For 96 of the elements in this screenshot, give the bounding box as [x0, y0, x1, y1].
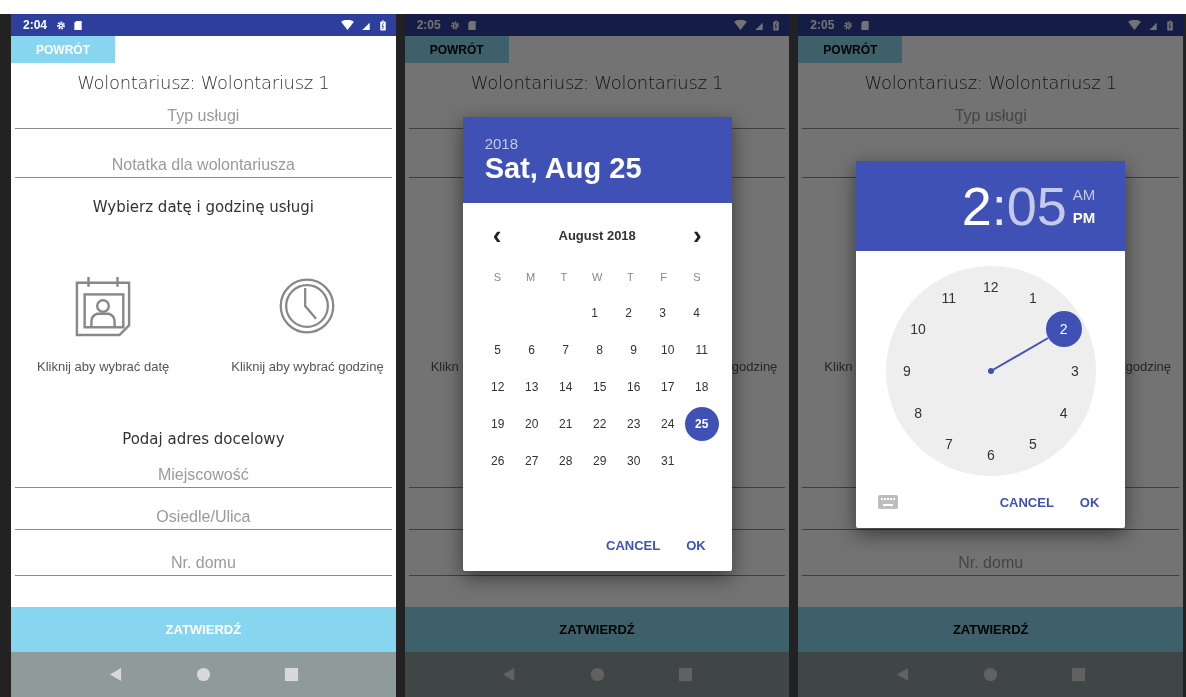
calendar-day[interactable]: 30	[616, 443, 651, 478]
period-toggle[interactable]: PM	[1072, 209, 1096, 226]
year-label[interactable]: 2018	[484, 135, 710, 152]
back-triangle-icon[interactable]	[894, 667, 910, 682]
dialog-button[interactable]: CANCEL	[989, 486, 1064, 518]
selected-date[interactable]: Sat, Aug 25	[484, 152, 710, 185]
calendar-day[interactable]: 1	[577, 295, 612, 330]
calendar-day[interactable]: 19	[480, 406, 515, 441]
calendar-day[interactable]: 17	[650, 369, 685, 404]
section-heading: Wybierz datę i godzinę usługi	[92, 198, 314, 216]
input-field[interactable]: Osiedle/Ulica	[15, 488, 392, 530]
volunteer-title: Wolontariusz: Wolontariusz 1	[863, 70, 1118, 95]
battery-icon	[1165, 19, 1175, 31]
recents-square-icon[interactable]	[677, 667, 693, 682]
back-triangle-icon[interactable]	[107, 667, 123, 682]
dialog-button[interactable]: OK	[676, 529, 716, 561]
status-time: 2:05	[416, 18, 441, 32]
wifi-icon	[734, 19, 748, 31]
home-circle-icon[interactable]	[983, 667, 999, 682]
time-separator: :	[991, 179, 1007, 233]
calendar-day[interactable]: 31	[650, 443, 685, 478]
settings-icon	[56, 19, 67, 31]
calendar-day[interactable]: 24	[650, 406, 685, 441]
section-heading: Podaj adres docelowy	[122, 430, 285, 448]
picker-label[interactable]: Kliknij aby wybrać godzinę	[231, 359, 384, 374]
recents-square-icon[interactable]	[1071, 667, 1087, 682]
clock-hand	[987, 337, 1049, 374]
calendar-day[interactable]: 5	[480, 332, 515, 367]
calendar-day[interactable]: 18	[684, 369, 719, 404]
wifi-icon	[340, 19, 354, 31]
calendar-day[interactable]: 4	[679, 295, 714, 330]
calendar-day[interactable]: 10	[650, 332, 685, 367]
sd-card-icon	[466, 19, 477, 31]
previous-month-button[interactable]: ‹	[488, 222, 506, 248]
period-toggle[interactable]: AM	[1072, 186, 1096, 203]
sd-card-icon	[73, 19, 84, 31]
keyboard-icon[interactable]	[878, 495, 899, 509]
weekday-label: T	[627, 271, 634, 283]
dialog-button[interactable]: OK	[1069, 486, 1110, 518]
calendar-day[interactable]: 8	[582, 332, 617, 367]
input-field[interactable]: Notatka dla wolontariusza	[15, 129, 392, 178]
calendar-day[interactable]: 16	[616, 369, 651, 404]
recents-square-icon[interactable]	[284, 667, 300, 682]
picker-label[interactable]: Kliknij aby wybrać datę	[37, 359, 170, 374]
input-field[interactable]: Miejscowość	[15, 454, 392, 488]
calendar-day[interactable]: 2	[611, 295, 646, 330]
calendar-person-icon[interactable]	[74, 275, 133, 337]
input-field[interactable]: Nr. domu	[15, 530, 392, 576]
calendar-day[interactable]: 11	[684, 332, 719, 367]
status-time: 2:04	[23, 18, 48, 32]
weekday-label: M	[526, 271, 536, 283]
minute-display[interactable]: 05	[1006, 179, 1067, 233]
hour-display[interactable]: 2	[961, 179, 992, 233]
clock-number[interactable]: 9	[888, 353, 925, 389]
home-circle-icon[interactable]	[195, 667, 211, 682]
calendar-day[interactable]: 26	[480, 443, 515, 478]
calendar-day[interactable]: 15	[582, 369, 617, 404]
clock-number[interactable]: 2	[1045, 311, 1082, 347]
settings-icon	[843, 19, 854, 31]
calendar-day[interactable]: 27	[514, 443, 549, 478]
clock-number[interactable]: 3	[1056, 353, 1093, 389]
volunteer-title: Wolontariusz: Wolontariusz 1	[469, 70, 725, 95]
calendar-day[interactable]: 6	[514, 332, 549, 367]
battery-icon	[771, 19, 782, 31]
weekday-label: S	[493, 271, 501, 283]
calendar-day[interactable]: 21	[548, 406, 583, 441]
calendar-day[interactable]: 29	[582, 443, 617, 478]
home-circle-icon[interactable]	[589, 667, 605, 682]
calendar-day[interactable]: 28	[548, 443, 583, 478]
calendar-day[interactable]: 9	[616, 332, 651, 367]
clock-number[interactable]: 6	[972, 437, 1009, 473]
calendar-day[interactable]: 20	[514, 406, 549, 441]
calendar-day[interactable]: 13	[514, 369, 549, 404]
back-triangle-icon[interactable]	[501, 667, 517, 682]
weekday-label: S	[693, 271, 701, 283]
calendar-day[interactable]: 14	[548, 369, 583, 404]
volunteer-title: Wolontariusz: Wolontariusz 1	[76, 70, 331, 95]
calendar-day[interactable]: 25	[684, 406, 719, 441]
input-field[interactable]: Typ usługi	[15, 101, 392, 129]
weekday-label: T	[560, 271, 568, 283]
next-month-button[interactable]: ›	[689, 222, 706, 248]
calendar-day[interactable]: 22	[582, 406, 617, 441]
weekday-label: W	[591, 271, 603, 283]
calendar-day[interactable]: 23	[616, 406, 651, 441]
sd-card-icon	[860, 19, 871, 31]
calendar-day[interactable]: 3	[645, 295, 680, 330]
month-label: August 2018	[558, 227, 636, 243]
settings-icon	[449, 19, 460, 31]
wifi-icon	[1128, 19, 1141, 31]
dialog-button[interactable]: CANCEL	[596, 529, 671, 561]
calendar-day[interactable]: 12	[480, 369, 515, 404]
weekday-label: F	[660, 271, 668, 283]
status-time: 2:05	[810, 18, 835, 32]
calendar-day[interactable]: 7	[548, 332, 583, 367]
clock-number[interactable]: 12	[972, 269, 1009, 305]
battery-icon	[377, 19, 388, 31]
